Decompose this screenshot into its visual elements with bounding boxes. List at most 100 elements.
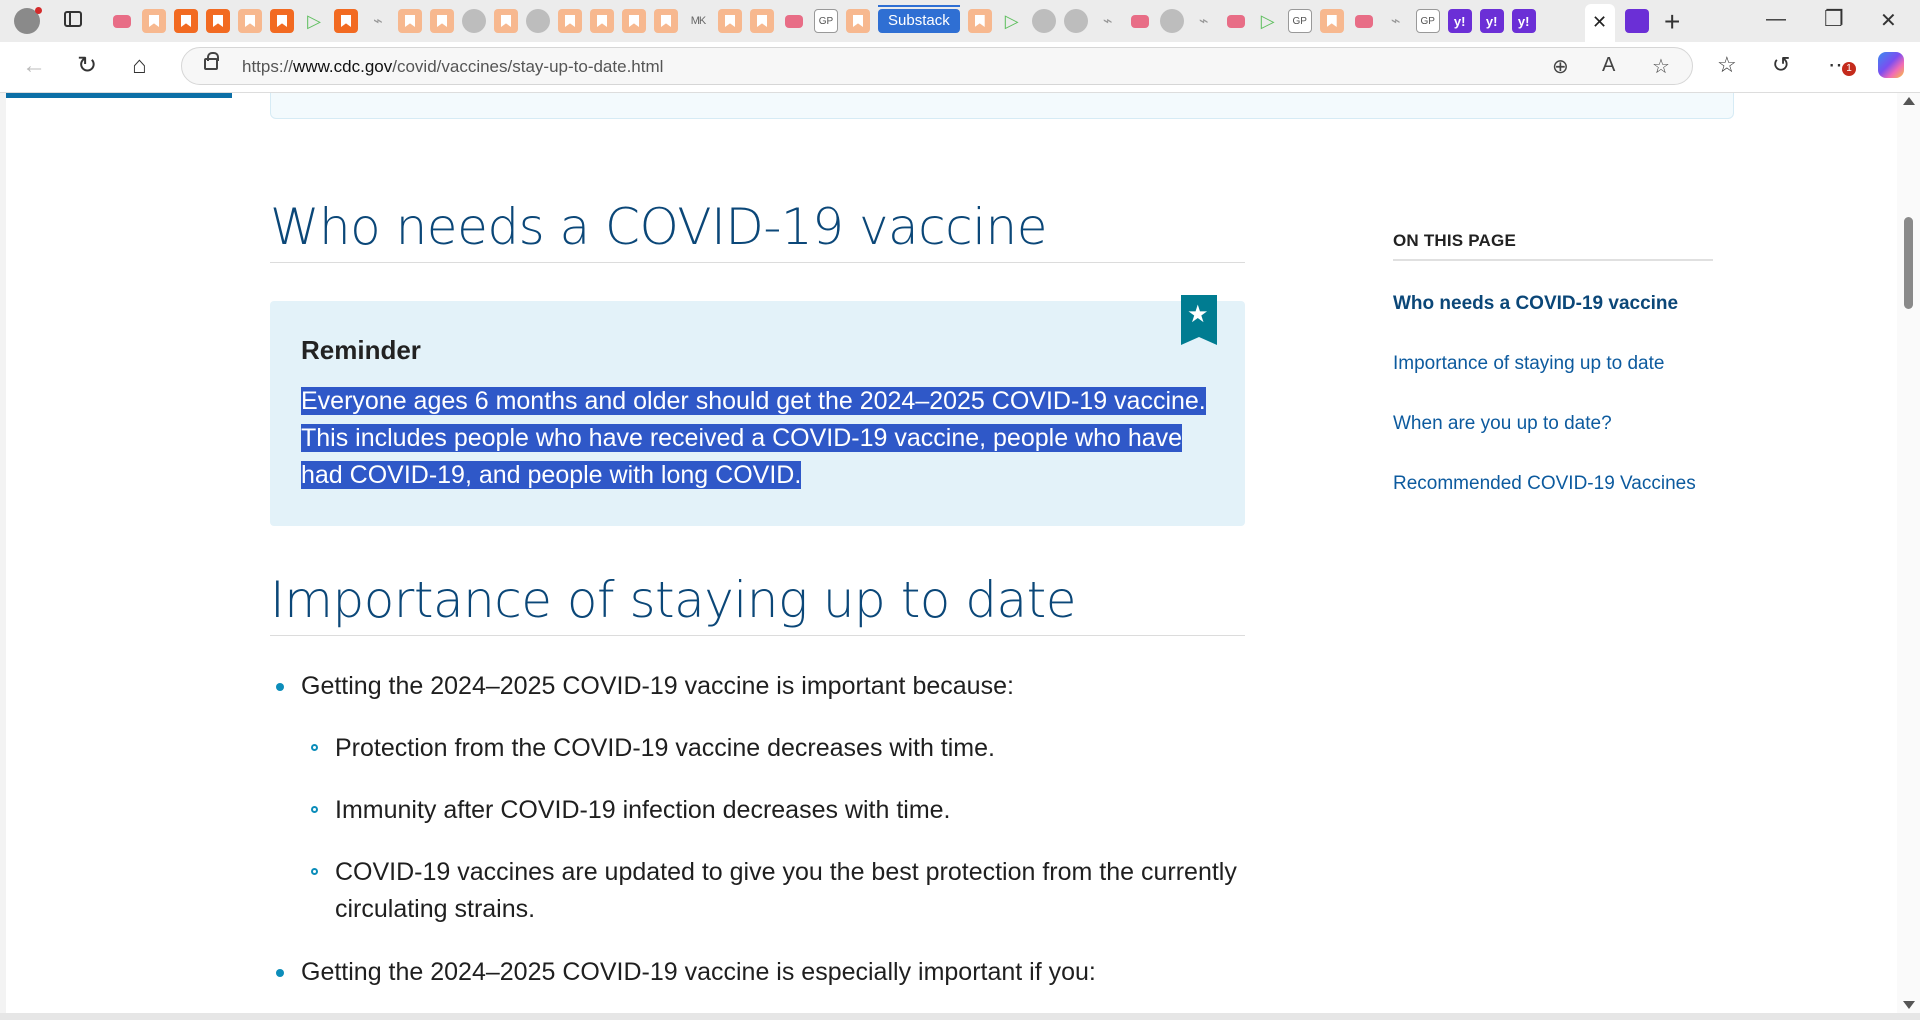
pinned-tabs: MK GP Substack GP GP y! y! y!	[110, 5, 1536, 33]
gp-tab-icon[interactable]: GP	[1415, 9, 1440, 33]
bookmark-tab-icon[interactable]	[654, 9, 678, 33]
reminder-body: Everyone ages 6 months and older should …	[301, 383, 1211, 494]
reminder-line: This includes people who have received a…	[301, 424, 1183, 452]
lock-tab-icon[interactable]	[526, 9, 550, 33]
bookmark-tab-icon[interactable]	[494, 9, 518, 33]
bookmark-tab-icon[interactable]	[590, 9, 614, 33]
reminder-line: had COVID-19, and people with long COVID…	[301, 461, 802, 489]
toc-link-who-needs[interactable]: Who needs a COVID-19 vaccine	[1393, 293, 1678, 315]
bullet-dot	[276, 969, 284, 977]
play-tab-icon[interactable]	[1000, 9, 1024, 33]
list-item-text: COVID-19 vaccines are updated to give yo…	[335, 858, 1237, 886]
bookmark-tab-icon[interactable]	[270, 9, 294, 33]
leaf-tab-icon[interactable]	[1192, 9, 1216, 33]
bookmark-tab-icon[interactable]	[142, 9, 166, 33]
yahoo-tab-icon[interactable]: y!	[1447, 9, 1472, 33]
url-text[interactable]: https://www.cdc.gov/covid/vaccines/stay-…	[242, 57, 663, 77]
bullet-ring	[311, 744, 318, 751]
address-bar: ← ↻ ⌂ https://www.cdc.gov/covid/vaccines…	[0, 42, 1920, 93]
toc-link-when-up-to-date[interactable]: When are you up to date?	[1393, 413, 1612, 435]
list-item-text: Getting the 2024–2025 COVID-19 vaccine i…	[301, 958, 1096, 986]
url-host: www.cdc.gov	[293, 57, 393, 76]
leaf-tab-icon[interactable]	[1384, 9, 1408, 33]
toc-link-importance[interactable]: Importance of staying up to date	[1393, 353, 1664, 375]
scroll-up-arrow-icon[interactable]	[1903, 97, 1915, 105]
leaf-tab-icon[interactable]	[366, 9, 390, 33]
bookmark-tab-icon[interactable]	[558, 9, 582, 33]
youtube-tab-icon[interactable]	[1224, 9, 1248, 33]
previous-callout-box	[270, 93, 1734, 119]
reading-progress-bar	[6, 93, 232, 98]
list-item-text: Protection from the COVID-19 vaccine dec…	[335, 734, 995, 762]
bookmark-tab-icon[interactable]	[846, 9, 870, 33]
active-tab[interactable]: ✕	[1585, 4, 1615, 42]
bookmark-ribbon-icon: ★	[1181, 295, 1217, 345]
bookmark-tab-icon[interactable]	[430, 9, 454, 33]
read-aloud-icon[interactable]: A	[1602, 54, 1615, 77]
bookmark-tab-icon[interactable]	[622, 9, 646, 33]
tab-actions-icon[interactable]	[64, 11, 82, 27]
scrollbar-thumb[interactable]	[1904, 217, 1913, 309]
yahoo-tab-icon[interactable]: y!	[1479, 9, 1504, 33]
bookmark-tab-icon[interactable]	[967, 9, 992, 33]
refresh-icon[interactable]: ↻	[77, 54, 97, 78]
bookmark-tab-icon[interactable]	[174, 9, 198, 33]
history-icon[interactable]: ↺	[1772, 52, 1790, 78]
play-tab-icon[interactable]	[302, 9, 326, 33]
gp-tab-icon[interactable]: GP	[814, 9, 838, 33]
on-this-page-heading: ON THIS PAGE	[1393, 231, 1713, 261]
mail-tab-icon[interactable]	[1625, 9, 1649, 33]
toc-link-recommended-vaccines[interactable]: Recommended COVID-19 Vaccines	[1393, 473, 1696, 495]
reminder-title: Reminder	[301, 335, 421, 365]
url-path: /covid/vaccines/stay-up-to-date.html	[392, 57, 664, 76]
url-field[interactable]: https://www.cdc.gov/covid/vaccines/stay-…	[181, 47, 1693, 85]
bookmark-tab-icon[interactable]	[206, 9, 230, 33]
mk-tab-icon[interactable]: MK	[686, 9, 710, 33]
substack-tab[interactable]: Substack	[878, 5, 960, 33]
settings-tab-icon[interactable]	[1159, 9, 1184, 33]
restore-icon[interactable]: ❐	[1824, 6, 1844, 32]
bookmark-tab-icon[interactable]	[398, 9, 422, 33]
youtube-tab-icon[interactable]	[782, 9, 806, 33]
scroll-down-arrow-icon[interactable]	[1903, 1001, 1915, 1009]
play-tab-icon[interactable]	[1256, 9, 1280, 33]
youtube-tab-icon[interactable]	[110, 9, 134, 33]
copilot-icon[interactable]	[1878, 52, 1904, 78]
avatar-tab-icon[interactable]	[1063, 9, 1088, 33]
favorite-star-icon[interactable]: ☆	[1652, 54, 1670, 79]
vertical-scrollbar[interactable]	[1897, 93, 1920, 1013]
home-icon[interactable]: ⌂	[132, 54, 147, 78]
new-tab-icon[interactable]: +	[1664, 6, 1680, 38]
window-close-icon[interactable]: ✕	[1880, 8, 1897, 33]
leaf-tab-icon[interactable]	[1096, 9, 1120, 33]
minimize-icon[interactable]: —	[1766, 8, 1786, 31]
lock-icon[interactable]	[204, 52, 219, 70]
bookmark-tab-icon[interactable]	[750, 9, 774, 33]
search-tab-icon[interactable]	[1031, 9, 1056, 33]
favorites-icon[interactable]: ☆	[1717, 52, 1737, 78]
url-prefix: https://	[242, 57, 294, 76]
bookmark-tab-icon[interactable]	[238, 9, 262, 33]
profile-avatar-icon[interactable]	[14, 7, 42, 34]
image-tab-icon[interactable]	[462, 9, 486, 33]
more-menu-icon[interactable]: ⋯ 1	[1828, 52, 1856, 78]
bookmark-tab-icon[interactable]	[1319, 9, 1344, 33]
tab-strip: MK GP Substack GP GP y! y! y! ✕ + — ❐ ✕	[0, 0, 1920, 42]
list-item-text: Immunity after COVID-19 infection decrea…	[335, 796, 951, 824]
section-heading-importance: Importance of staying up to date	[270, 571, 1245, 636]
youtube-tab-icon[interactable]	[1352, 9, 1376, 33]
list-item-text: circulating strains.	[335, 895, 536, 923]
youtube-tab-icon[interactable]	[1128, 9, 1152, 33]
gp-tab-icon[interactable]: GP	[1287, 9, 1312, 33]
notification-badge: 1	[1842, 62, 1856, 76]
bookmark-tab-icon[interactable]	[718, 9, 742, 33]
close-tab-icon[interactable]: ✕	[1592, 12, 1607, 33]
back-arrow-icon[interactable]: ←	[22, 54, 46, 78]
reminder-callout: ★ Reminder Everyone ages 6 months and ol…	[270, 295, 1245, 526]
window-bottom-edge	[0, 1013, 1920, 1020]
bookmark-tab-icon[interactable]	[334, 9, 358, 33]
zoom-icon[interactable]: ⊕	[1552, 54, 1569, 79]
reminder-line: Everyone ages 6 months and older should …	[301, 387, 1206, 415]
yahoo-tab-icon[interactable]: y!	[1511, 9, 1536, 33]
bullet-dot	[276, 683, 284, 691]
